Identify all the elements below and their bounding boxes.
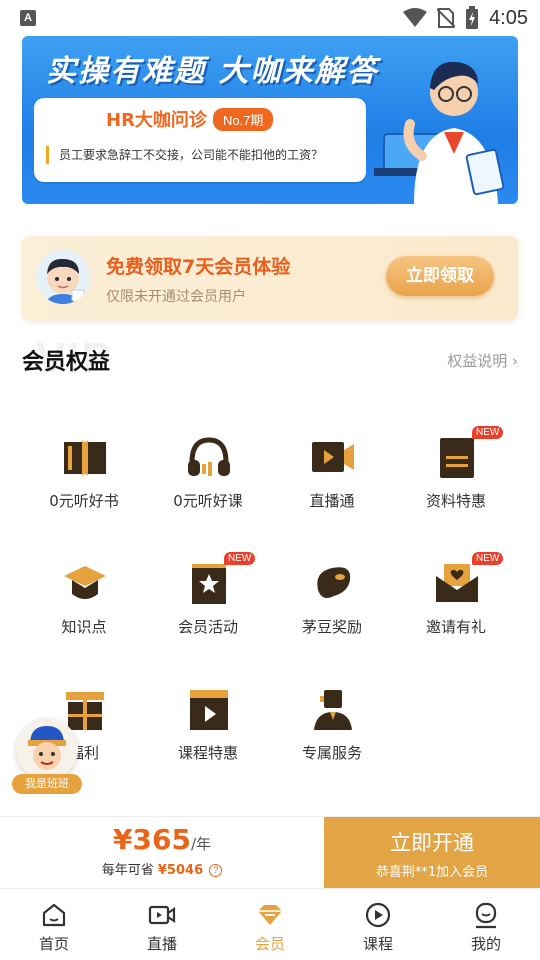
assistant-label: 我是班班 xyxy=(12,774,82,794)
benefit-label: 课程特惠 xyxy=(177,744,238,762)
benefit-label: 会员活动 xyxy=(177,618,238,636)
subscribe-now-button[interactable]: 立即开通 恭喜荆**1加入会员 xyxy=(324,817,540,889)
cartoon-boy-icon xyxy=(36,250,90,304)
assistant-avatar xyxy=(16,718,78,780)
wifi-icon xyxy=(403,8,428,27)
doctor-illustration-icon xyxy=(374,61,504,204)
bean-icon xyxy=(317,567,351,598)
member-page: A 4:05 实操有难题 大咖来解答 HR大咖问诊 No.7期 员工要求急辞工不… xyxy=(0,0,540,960)
benefit-item-course-deal[interactable]: 课程特惠 xyxy=(146,672,270,782)
banner-tag: HR大咖问诊 xyxy=(106,110,207,131)
annual-price: ¥365 xyxy=(113,823,191,856)
benefit-item-book[interactable]: 0元听好书 xyxy=(22,420,146,530)
nav-label: 直播 xyxy=(146,935,177,953)
graduation-cap-icon xyxy=(64,566,106,599)
new-badge: NEW xyxy=(224,552,256,565)
claim-now-button[interactable]: 立即领取 xyxy=(386,256,494,296)
clock: 4:05 xyxy=(489,6,528,29)
benefit-label: 0元听好书 xyxy=(49,492,119,510)
new-badge: NEW xyxy=(472,426,504,439)
nav-label: 首页 xyxy=(38,935,69,953)
document-icon xyxy=(440,438,474,478)
nav-label: 会员 xyxy=(254,935,285,953)
nav-item-member[interactable]: 会员 xyxy=(216,889,324,960)
price-unit: /年 xyxy=(190,835,211,853)
price-block: ¥365/年 每年可省 ¥5046 ? xyxy=(0,817,324,889)
save-amount: ¥5046 xyxy=(157,863,204,878)
clapperboard-icon xyxy=(190,690,228,730)
trial-title: 免费领取7天会员体验 xyxy=(106,256,291,278)
envelope-heart-icon xyxy=(436,564,478,602)
save-label: 每年可省 xyxy=(101,863,154,878)
benefits-explain-link[interactable]: 权益说明 › xyxy=(447,350,518,371)
status-icons: 4:05 xyxy=(403,0,528,36)
nav-label: 我的 xyxy=(470,935,501,953)
benefits-title: 会员权益 xyxy=(22,350,111,375)
nav-item-home[interactable]: 首页 xyxy=(0,889,108,960)
benefit-label: 直播通 xyxy=(309,492,355,510)
play-circle-icon xyxy=(365,902,391,928)
nav-label: 课程 xyxy=(362,935,393,953)
diamond-icon xyxy=(258,905,282,925)
benefit-item-service[interactable]: 专属服务 xyxy=(270,672,394,782)
status-bar: A 4:05 xyxy=(0,0,540,36)
purchase-bar: ¥365/年 每年可省 ¥5046 ? 立即开通 恭喜荆**1加入会员 xyxy=(0,816,540,889)
benefit-label: 资料特惠 xyxy=(425,492,486,510)
benefit-item-knowledge[interactable]: 知识点 xyxy=(22,546,146,656)
benefit-label: 知识点 xyxy=(61,618,107,636)
no-sim-icon xyxy=(437,8,456,28)
benefit-item-course[interactable]: 0元听好课 xyxy=(146,420,270,530)
free-trial-card: 免费领取7天会员体验 仅限未开通过会员用户 立即领取 xyxy=(22,236,518,320)
trial-subtitle: 仅限未开通过会员用户 xyxy=(106,289,246,305)
banner-card: HR大咖问诊 No.7期 员工要求急辞工不交接，公司能不能扣他的工资？ xyxy=(34,98,366,182)
live-icon xyxy=(148,905,176,925)
banner-title: 实操有难题 大咖来解答 xyxy=(46,54,379,89)
benefit-item-docs[interactable]: NEW 资料特惠 xyxy=(394,420,518,530)
service-person-icon xyxy=(314,690,352,730)
assistant-float-button[interactable]: 我是班班 xyxy=(12,718,82,796)
benefit-label: 茅豆奖励 xyxy=(301,618,362,636)
banner-question: 员工要求急辞工不交接，公司能不能扣他的工资？ xyxy=(46,146,358,164)
assistant-character-icon xyxy=(16,718,78,780)
benefit-item-live[interactable]: 直播通 xyxy=(270,420,394,530)
benefit-item-invite[interactable]: NEW 邀请有礼 xyxy=(394,546,518,656)
benefit-item-activity[interactable]: NEW 会员活动 xyxy=(146,546,270,656)
profile-icon xyxy=(475,902,497,929)
nav-item-live[interactable]: 直播 xyxy=(108,889,216,960)
accessibility-icon: A xyxy=(20,10,36,26)
nav-item-profile[interactable]: 我的 xyxy=(432,889,540,960)
video-camera-icon xyxy=(312,442,354,472)
new-badge: NEW xyxy=(472,552,504,565)
book-icon xyxy=(64,440,106,476)
nav-item-courses[interactable]: 课程 xyxy=(324,889,432,960)
bottom-nav: 首页 直播 会员 课程 我的 xyxy=(0,888,540,960)
benefit-label: 专属服务 xyxy=(301,744,362,762)
benefit-item-bean[interactable]: 茅豆奖励 xyxy=(270,546,394,656)
benefit-label: 邀请有礼 xyxy=(425,618,486,636)
subscribe-title: 立即开通 xyxy=(390,831,474,855)
promo-banner[interactable]: 实操有难题 大咖来解答 HR大咖问诊 No.7期 员工要求急辞工不交接，公司能不… xyxy=(22,36,518,204)
banner-issue-badge: No.7期 xyxy=(212,107,274,131)
battery-charging-icon xyxy=(466,6,479,29)
subscribe-ticker: 恭喜荆**1加入会员 xyxy=(375,865,489,880)
trial-avatar xyxy=(36,250,90,304)
star-bookmark-icon xyxy=(192,564,226,604)
headphones-icon xyxy=(188,437,230,476)
question-icon[interactable]: ? xyxy=(209,864,223,877)
home-icon xyxy=(42,903,66,927)
benefit-label: 0元听好课 xyxy=(173,492,243,510)
